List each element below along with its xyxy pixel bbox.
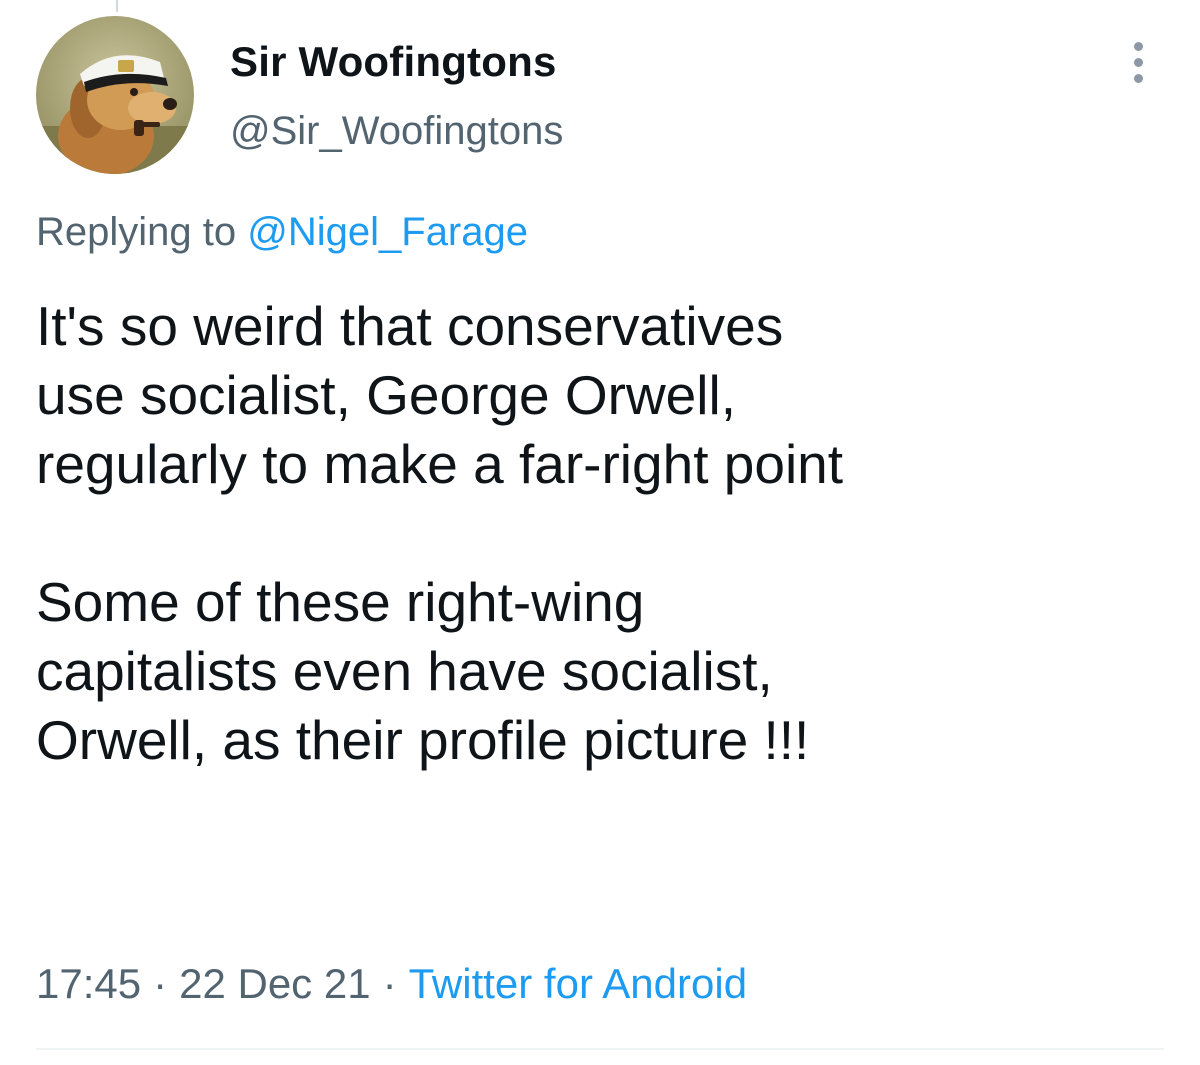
tweet-metadata: 17:45 · 22 Dec 21 · Twitter for Android: [36, 960, 747, 1008]
more-options-button[interactable]: [1120, 36, 1156, 88]
divider: [36, 1048, 1164, 1050]
avatar[interactable]: [36, 16, 194, 174]
replying-to: Replying to @Nigel_Farage: [36, 209, 528, 255]
tweet-paragraph: Some of these right-wing capitalists eve…: [36, 571, 810, 771]
tweet-source-link[interactable]: Twitter for Android: [409, 960, 747, 1007]
dog-captain-hat-avatar-icon: [36, 16, 194, 174]
tweet-paragraph: It's so weird that conservatives use soc…: [36, 295, 844, 495]
author-handle[interactable]: @Sir_Woofingtons: [230, 108, 563, 154]
tweet-text: It's so weird that conservatives use soc…: [36, 292, 1176, 775]
replying-to-link[interactable]: @Nigel_Farage: [247, 210, 528, 254]
meta-separator: ·: [153, 960, 168, 1007]
meta-separator: ·: [382, 960, 397, 1007]
more-vertical-icon: [1134, 42, 1143, 51]
author-display-name[interactable]: Sir Woofingtons: [230, 38, 557, 86]
more-vertical-icon-dot: [1134, 58, 1143, 67]
thread-connector-line: [116, 0, 118, 12]
tweet-date[interactable]: 22 Dec 21: [179, 960, 370, 1007]
more-vertical-icon-dot: [1134, 74, 1143, 83]
replying-to-label: Replying to: [36, 210, 237, 254]
tweet-time[interactable]: 17:45: [36, 960, 141, 1007]
